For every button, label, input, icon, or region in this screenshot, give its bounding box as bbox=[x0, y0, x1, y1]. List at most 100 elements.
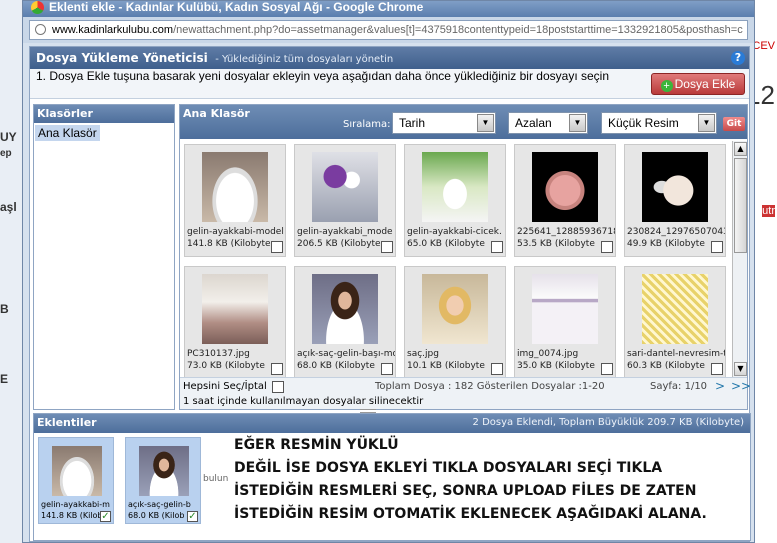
last-page-link[interactable]: >> bbox=[731, 379, 751, 393]
attachments-summary: 2 Dosya Eklendi, Toplam Büyüklük 209.7 K… bbox=[472, 417, 744, 428]
sort-field-select[interactable]: Tarih ▼ bbox=[392, 112, 496, 134]
select-all-checkbox[interactable] bbox=[272, 381, 284, 393]
attachments-panel: Eklentiler 2 Dosya Eklendi, Toplam Büyük… bbox=[33, 413, 751, 541]
add-file-label: Dosya Ekle bbox=[674, 77, 736, 91]
view-size-select[interactable]: Küçük Resim ▼ bbox=[601, 112, 717, 134]
ghost-text: bulun bbox=[203, 474, 229, 484]
instruction-bar: 1. Dosya Ekle tuşuna basarak yeni dosyal… bbox=[30, 69, 749, 99]
url-host: www.kadinlarkulubu.com bbox=[52, 24, 174, 36]
files-footer: Hepsini Seç/İptal 1 saat içinde kullanıl… bbox=[180, 377, 751, 409]
asset-manager: Dosya Yükleme Yöneticisi - Yüklediğiniz … bbox=[29, 46, 751, 542]
file-thumbnail[interactable]: gelin-ayakkabi-model 141.8 KB (Kilobyte bbox=[184, 144, 286, 257]
go-button[interactable]: Git bbox=[723, 117, 745, 131]
chevron-down-icon: ▼ bbox=[477, 114, 494, 132]
file-size: 206.5 KB (Kilobyte bbox=[297, 239, 381, 249]
add-file-button[interactable]: + Dosya Ekle bbox=[651, 73, 745, 95]
thumbnail-image bbox=[422, 274, 488, 344]
file-size: 60.3 KB (Kilobyte bbox=[627, 361, 705, 371]
attachments-title: Eklentiler bbox=[37, 416, 97, 429]
file-size: 141.8 KB (Kilob bbox=[41, 511, 101, 520]
file-size: 73.0 KB (Kilobyte bbox=[187, 361, 265, 371]
file-checkbox[interactable] bbox=[271, 363, 283, 375]
folders-panel: Klasörler Ana Klasör bbox=[33, 104, 175, 410]
file-checkbox[interactable] bbox=[271, 241, 283, 253]
thumbnail-image bbox=[202, 152, 268, 222]
chevron-down-icon: ▼ bbox=[569, 114, 586, 132]
check-icon[interactable]: ✓ bbox=[100, 511, 111, 522]
file-thumbnail[interactable]: gelin-ayakkabi_mode 206.5 KB (Kilobyte bbox=[294, 144, 396, 257]
thumbnail-image bbox=[202, 274, 268, 344]
instruction-annotation: EĞER RESMİN YÜKLÜ DEĞİL İSE DOSYA EKLEYİ… bbox=[234, 437, 707, 522]
attachment-thumbnail[interactable]: gelin-ayakkabi-m 141.8 KB (Kilob ✓ bbox=[38, 437, 114, 524]
file-checkbox[interactable] bbox=[711, 241, 723, 253]
file-name: açık-saç-gelin-başı-mo bbox=[297, 349, 395, 359]
file-name: 230824_129765070432 bbox=[627, 227, 725, 237]
thumbnail-image bbox=[642, 152, 708, 222]
thumbnail-image bbox=[532, 274, 598, 344]
file-checkbox[interactable] bbox=[381, 363, 393, 375]
scroll-up-icon[interactable]: ▲ bbox=[734, 142, 747, 156]
popup-window: Eklenti ekle - Kadınlar Kulübü, Kadın So… bbox=[22, 0, 755, 543]
delete-notice: 1 saat içinde kullanılmayan dosyalar sil… bbox=[183, 396, 424, 407]
file-thumbnail[interactable]: 230824_129765070432 49.9 KB (Kilobyte bbox=[624, 144, 726, 257]
window-title: Eklenti ekle - Kadınlar Kulübü, Kadın So… bbox=[49, 1, 424, 14]
background-text: aşl bbox=[0, 200, 17, 214]
background-text: utr bbox=[762, 205, 775, 217]
files-toolbar: Ana Klasör Sıralama: Tarih ▼ Azalan ▼ Kü… bbox=[180, 105, 747, 139]
file-checkbox[interactable] bbox=[491, 363, 503, 375]
file-thumbnail[interactable]: sari-dantel-nevresim-t 60.3 KB (Kilobyte bbox=[624, 266, 726, 377]
file-name: gelin-ayakkabi-m bbox=[41, 500, 110, 509]
file-thumbnail[interactable]: saç.jpg 10.1 KB (Kilobyte bbox=[404, 266, 506, 377]
file-size: 65.0 KB (Kilobyte bbox=[407, 239, 485, 249]
file-checkbox[interactable] bbox=[381, 241, 393, 253]
manager-header: Dosya Yükleme Yöneticisi - Yüklediğiniz … bbox=[30, 47, 749, 69]
chrome-icon bbox=[31, 1, 44, 14]
folders-title: Klasörler bbox=[34, 105, 174, 123]
manager-title: Dosya Yükleme Yöneticisi bbox=[36, 51, 208, 65]
file-thumbnail[interactable]: img_0074.jpg 35.0 KB (Kilobyte bbox=[514, 266, 616, 377]
thumbnail-image bbox=[642, 274, 708, 344]
file-totals: Toplam Dosya : 182 Gösterilen Dosyalar :… bbox=[375, 381, 605, 392]
select-all-label: Hepsini Seç/İptal bbox=[183, 381, 267, 392]
background-text: CEV bbox=[752, 40, 775, 52]
folder-item-main[interactable]: Ana Klasör bbox=[35, 125, 100, 141]
attachment-thumbnail[interactable]: açık-saç-gelin-b 68.0 KB (Kilob ✓ bbox=[125, 437, 201, 524]
thumbnail-image bbox=[422, 152, 488, 222]
files-panel: Ana Klasör Sıralama: Tarih ▼ Azalan ▼ Kü… bbox=[179, 104, 751, 410]
background-text: UY bbox=[0, 130, 17, 144]
instruction-text: 1. Dosya Ekle tuşuna basarak yeni dosyal… bbox=[36, 69, 609, 83]
scroll-thumb[interactable] bbox=[734, 158, 747, 253]
file-thumbnail[interactable]: açık-saç-gelin-başı-mo 68.0 KB (Kilobyte bbox=[294, 266, 396, 377]
file-size: 68.0 KB (Kilob bbox=[128, 511, 185, 520]
next-page-link[interactable]: > bbox=[715, 379, 725, 393]
scroll-down-icon[interactable]: ▼ bbox=[734, 362, 747, 376]
check-icon[interactable]: ✓ bbox=[187, 511, 198, 522]
file-name: açık-saç-gelin-b bbox=[128, 500, 191, 509]
attachments-header: Eklentiler 2 Dosya Eklendi, Toplam Büyük… bbox=[34, 414, 750, 433]
file-size: 49.9 KB (Kilobyte bbox=[627, 239, 705, 249]
address-bar: www.kadinlarkulubu.com/newattachment.php… bbox=[23, 17, 754, 43]
sort-order-select[interactable]: Azalan ▼ bbox=[508, 112, 588, 134]
file-checkbox[interactable] bbox=[491, 241, 503, 253]
background-text: ep bbox=[0, 148, 12, 159]
thumbnail-image bbox=[52, 446, 102, 496]
page-indicator: Sayfa: 1/10 bbox=[650, 381, 708, 392]
help-icon[interactable]: ? bbox=[731, 51, 745, 65]
file-thumbnail[interactable]: 225641_1288593671899 53.5 KB (Kilobyte bbox=[514, 144, 616, 257]
file-grid-scrollbar[interactable]: ▲ ▼ bbox=[732, 141, 747, 377]
file-name: PC310137.jpg bbox=[187, 349, 250, 359]
file-name: saç.jpg bbox=[407, 349, 439, 359]
file-size: 53.5 KB (Kilobyte bbox=[517, 239, 595, 249]
file-thumbnail[interactable]: gelin-ayakkabi-cicek. 65.0 KB (Kilobyte bbox=[404, 144, 506, 257]
file-name: sari-dantel-nevresim-t bbox=[627, 349, 725, 359]
file-checkbox[interactable] bbox=[601, 241, 613, 253]
thumbnail-image bbox=[312, 274, 378, 344]
plus-icon: + bbox=[660, 80, 673, 92]
url-field[interactable]: www.kadinlarkulubu.com/newattachment.php… bbox=[29, 20, 748, 40]
file-thumbnail[interactable]: PC310137.jpg 73.0 KB (Kilobyte bbox=[184, 266, 286, 377]
files-title: Ana Klasör bbox=[183, 107, 250, 120]
file-checkbox[interactable] bbox=[711, 363, 723, 375]
file-checkbox[interactable] bbox=[601, 363, 613, 375]
file-name: 225641_1288593671899 bbox=[517, 227, 615, 237]
window-titlebar[interactable]: Eklenti ekle - Kadınlar Kulübü, Kadın So… bbox=[23, 1, 754, 17]
